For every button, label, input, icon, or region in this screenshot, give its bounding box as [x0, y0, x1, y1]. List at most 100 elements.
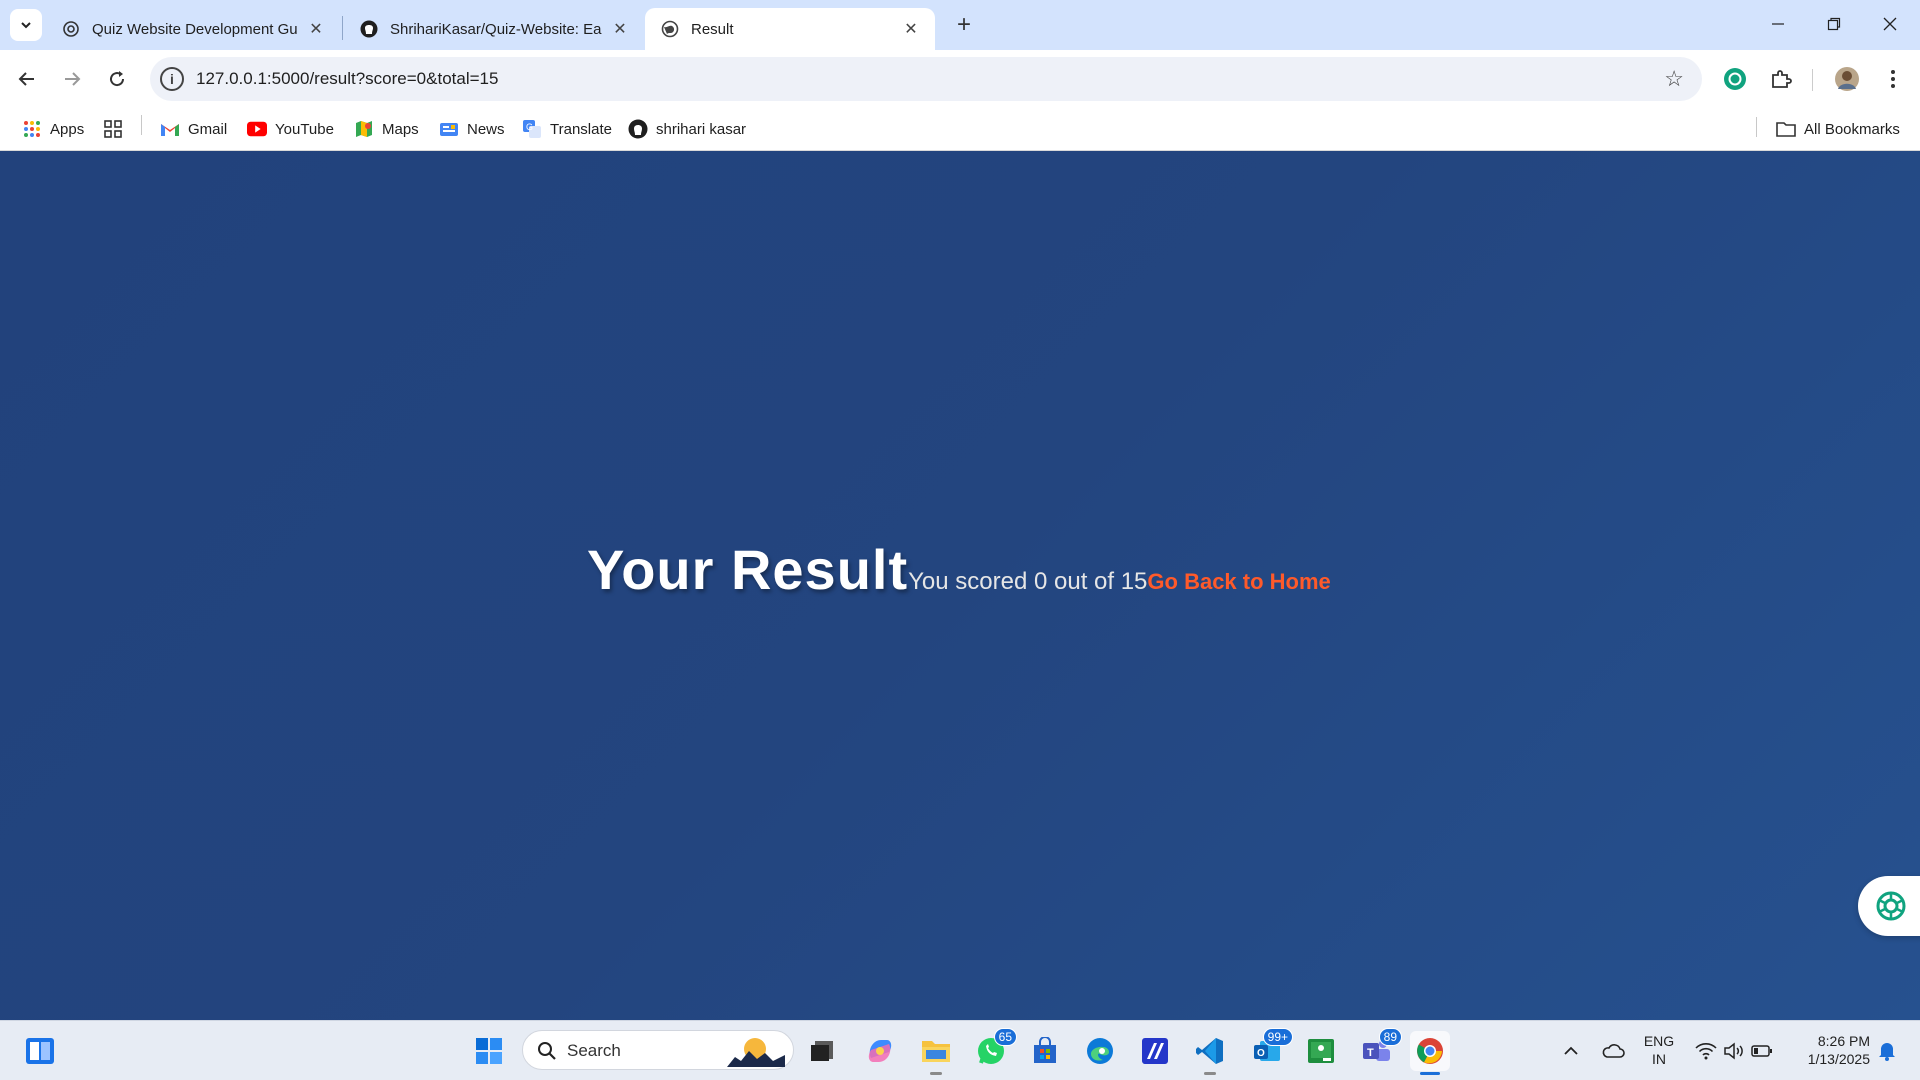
- mail-badge: 99+: [1262, 1028, 1293, 1046]
- language-line-1: ENG: [1643, 1033, 1675, 1049]
- profile-avatar[interactable]: [1832, 64, 1862, 94]
- minimize-button[interactable]: [1750, 0, 1806, 48]
- more-menu-icon[interactable]: [1878, 64, 1908, 94]
- github-icon: [628, 119, 648, 139]
- extensions-puzzle-icon[interactable]: [1766, 64, 1796, 94]
- whatsapp-button[interactable]: 65: [971, 1028, 1017, 1071]
- vscode-insiders-button[interactable]: [1135, 1031, 1175, 1071]
- bookmark-label: Maps: [382, 120, 419, 138]
- bell-icon: [1879, 1043, 1895, 1061]
- back-button[interactable]: [10, 62, 44, 96]
- running-indicator: [930, 1072, 942, 1075]
- close-tab-icon[interactable]: ✕: [901, 19, 921, 39]
- widgets-button[interactable]: [20, 1031, 60, 1071]
- youtube-icon: [247, 119, 267, 139]
- chatgpt-extension-icon[interactable]: [1720, 64, 1750, 94]
- onedrive-button[interactable]: [1592, 1031, 1634, 1071]
- arrow-left-icon: [18, 72, 34, 86]
- outlook-button[interactable]: O 99+: [1247, 1028, 1293, 1071]
- result-page: Your Result You scored 0 out of 15 Go Ba…: [0, 151, 1920, 1020]
- bookmark-github-profile[interactable]: shrihari kasar: [628, 117, 746, 141]
- score-text: You scored 0 out of 15: [908, 568, 1148, 595]
- vscode-button[interactable]: [1190, 1031, 1230, 1075]
- restore-button[interactable]: [1806, 0, 1862, 48]
- language-indicator[interactable]: ENG IN: [1640, 1032, 1678, 1068]
- github-icon: [360, 20, 378, 38]
- bookmark-label: shrihari kasar: [656, 120, 747, 138]
- wifi-icon: [1695, 1043, 1717, 1060]
- notifications-button[interactable]: [1866, 1031, 1908, 1071]
- news-icon: [439, 119, 459, 139]
- show-hidden-icons-button[interactable]: [1550, 1031, 1592, 1071]
- bookmark-gmail[interactable]: Gmail: [160, 117, 227, 141]
- widgets-icon: [26, 1038, 54, 1064]
- close-tab-icon[interactable]: ✕: [610, 19, 630, 39]
- go-home-link[interactable]: Go Back to Home: [1147, 569, 1330, 595]
- bookmark-divider: [1756, 117, 1757, 137]
- bookmark-label: News: [467, 120, 505, 138]
- bookmark-maps[interactable]: Maps: [354, 117, 419, 141]
- translate-icon: G: [522, 119, 542, 139]
- chrome-button[interactable]: [1410, 1031, 1450, 1075]
- folder-icon: [1776, 119, 1796, 139]
- tab-groups-button[interactable]: [103, 117, 131, 141]
- forward-button[interactable]: [55, 62, 89, 96]
- new-tab-button[interactable]: +: [948, 10, 980, 40]
- bookmark-label: Translate: [550, 120, 612, 138]
- tab-quiz-website[interactable]: Quiz Website Development Gui ✕: [46, 8, 340, 50]
- close-window-button[interactable]: [1862, 0, 1918, 48]
- page-title: Your Result: [587, 538, 909, 601]
- globe-icon: [661, 20, 679, 38]
- teams-button[interactable]: T 89: [1356, 1028, 1402, 1071]
- running-indicator: [1204, 1072, 1216, 1075]
- bookmark-divider: [141, 115, 142, 135]
- svg-text:T: T: [1367, 1047, 1374, 1059]
- clock[interactable]: 8:26 PM 1/13/2025: [1788, 1032, 1870, 1068]
- search-placeholder: Search: [567, 1041, 621, 1060]
- start-button[interactable]: [469, 1031, 509, 1071]
- result-container: Your Result You scored 0 out of 15 Go Ba…: [587, 537, 1331, 602]
- microsoft-store-button[interactable]: [1025, 1031, 1065, 1071]
- bookmark-translate[interactable]: G Translate: [522, 117, 612, 141]
- copilot-button[interactable]: [860, 1031, 900, 1071]
- store-icon: [1034, 1037, 1056, 1063]
- all-bookmarks-button[interactable]: All Bookmarks: [1776, 117, 1900, 141]
- taskbar-search[interactable]: Search: [522, 1030, 794, 1070]
- address-bar[interactable]: i 127.0.0.1:5000/result?score=0&total=15…: [150, 57, 1702, 101]
- bookmark-news[interactable]: News: [439, 117, 505, 141]
- task-view-button[interactable]: [802, 1031, 842, 1071]
- file-explorer-button[interactable]: [916, 1031, 956, 1075]
- windows-logo-icon: [476, 1038, 502, 1064]
- quick-settings-button[interactable]: [1686, 1031, 1782, 1071]
- google-classroom-button[interactable]: [1301, 1031, 1341, 1071]
- volume-icon: [1724, 1042, 1743, 1060]
- windows-taskbar: Search 65 O 99+ T 89 ENG IN 8:26 PM 1/13…: [0, 1020, 1920, 1080]
- tab-title: ShrihariKasar/Quiz-Website: Ea: [390, 20, 602, 38]
- cloud-icon: [1602, 1044, 1625, 1058]
- chrome-icon: [1417, 1038, 1443, 1064]
- bookmarks-bar: Apps Gmail YouTube Maps News G Translate: [0, 108, 1920, 151]
- svg-text:O: O: [1257, 1048, 1265, 1059]
- vscode-icon: [1196, 1038, 1223, 1064]
- tab-groups-icon: [103, 119, 123, 139]
- bookmark-star-icon[interactable]: ☆: [1664, 66, 1684, 92]
- copilot-icon: [868, 1040, 892, 1062]
- tab-result[interactable]: Result ✕: [645, 8, 935, 50]
- language-line-2: IN: [1652, 1051, 1666, 1067]
- site-info-icon[interactable]: i: [160, 67, 184, 91]
- url-text[interactable]: 127.0.0.1:5000/result?score=0&total=15: [196, 69, 498, 89]
- chatgpt-floating-button[interactable]: [1858, 876, 1920, 936]
- gmail-icon: [160, 119, 180, 139]
- bookmark-label: Gmail: [188, 120, 228, 138]
- bookmark-apps[interactable]: Apps: [22, 117, 84, 141]
- edge-button[interactable]: [1080, 1031, 1120, 1071]
- close-tab-icon[interactable]: ✕: [306, 19, 326, 39]
- tab-github-repo[interactable]: ShrihariKasar/Quiz-Website: Ea ✕: [344, 8, 644, 50]
- svg-text:G: G: [526, 122, 533, 132]
- close-icon: [1883, 17, 1897, 31]
- tab-search-button[interactable]: [10, 9, 42, 41]
- reload-button[interactable]: [100, 62, 134, 96]
- bookmark-label: YouTube: [275, 120, 334, 138]
- bookmark-youtube[interactable]: YouTube: [247, 117, 334, 141]
- browser-toolbar: i 127.0.0.1:5000/result?score=0&total=15…: [0, 50, 1920, 108]
